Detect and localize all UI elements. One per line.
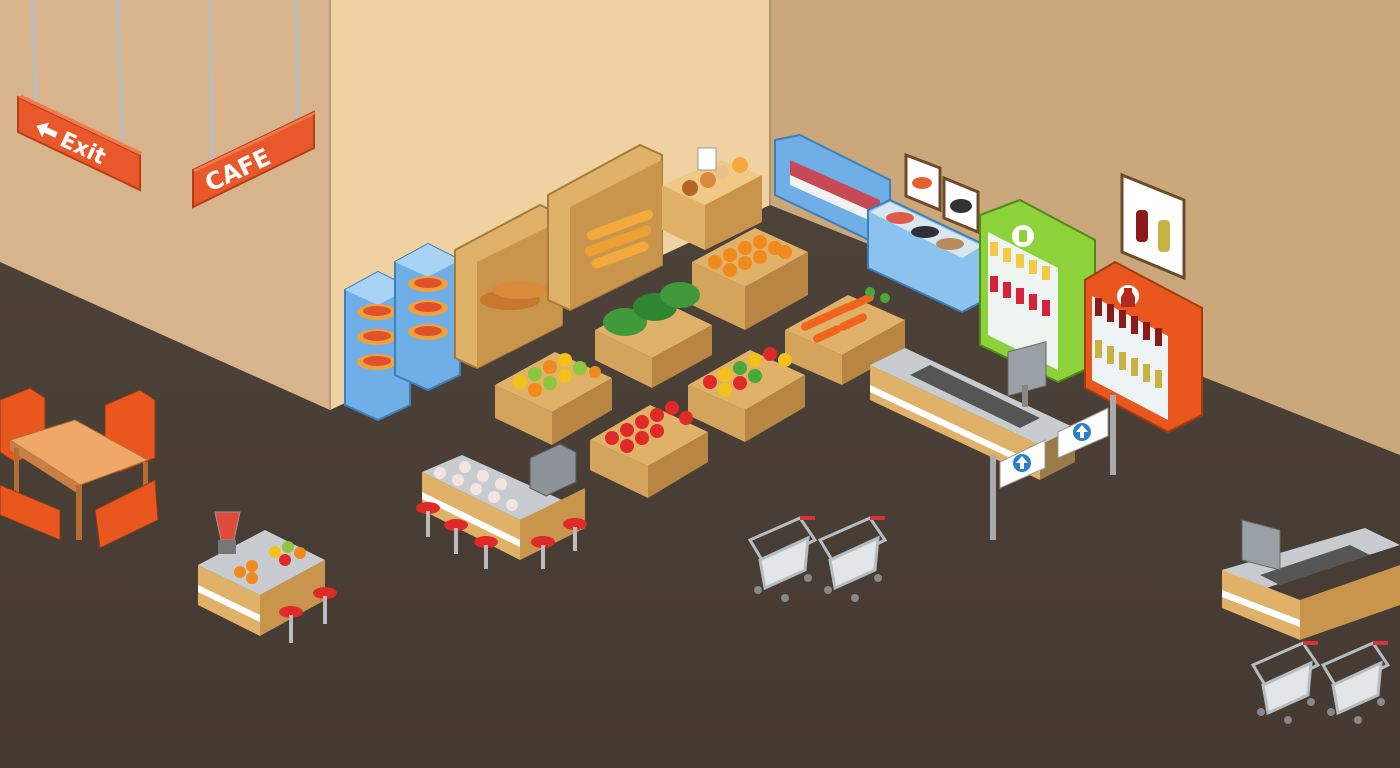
supermarket-scene: Exit CAFE [0,0,1400,768]
